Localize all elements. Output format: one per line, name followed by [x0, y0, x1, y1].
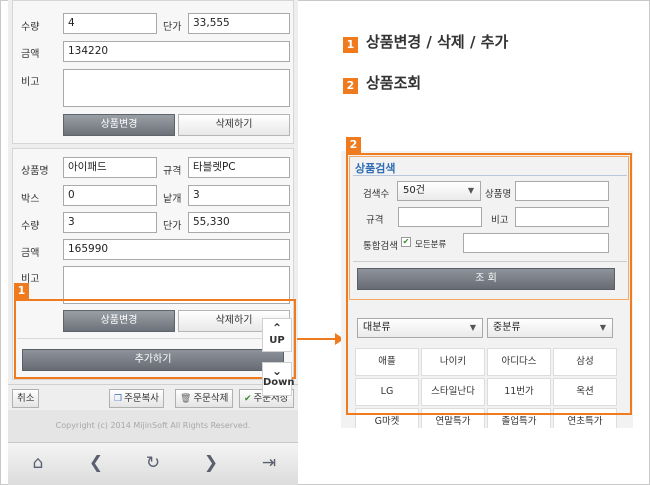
price-input[interactable]: 55,330 [188, 212, 290, 233]
down-label: Down [263, 377, 295, 388]
amount-label: 금액 [21, 49, 40, 60]
order-action-bar: 취소 ❐ 주문복사 🗑 주문삭제 ✔ 주문저장 [8, 384, 298, 410]
order-item-card: 수량 4 단가 33,555 금액 134220 비고 상품변경 삭제하기 [12, 0, 294, 144]
amount-label: 금액 [21, 248, 40, 259]
box-input[interactable]: 0 [63, 185, 157, 206]
price-input[interactable]: 33,555 [188, 13, 290, 34]
qty-label: 수량 [21, 22, 40, 33]
mobile-order-screen: 수량 4 단가 33,555 금액 134220 비고 상품변경 삭제하기 상품… [8, 0, 298, 485]
delete-order-label: 주문삭제 [193, 393, 229, 404]
legend-marker-1: 1 [343, 37, 358, 53]
amount-input[interactable]: 134220 [63, 41, 290, 62]
spec-label: 규격 [163, 166, 182, 177]
marker-2: 2 [346, 137, 361, 153]
product-name-input[interactable]: 아이패드 [63, 157, 157, 178]
exit-icon[interactable]: ⇥ [257, 453, 281, 473]
back-icon[interactable]: ❮ [84, 453, 108, 473]
copyright-text: Copyright (c) 2014 MijinSoft All Rights … [8, 410, 298, 442]
refresh-icon[interactable]: ↻ [141, 453, 165, 473]
qty-input[interactable]: 3 [63, 212, 157, 233]
legend-text-2: 상품조회 [366, 74, 422, 92]
note-label: 비고 [21, 77, 40, 88]
unit-input[interactable]: 3 [188, 185, 290, 206]
scroll-down-button[interactable]: ⌄ Down [262, 362, 295, 396]
highlight-box-1 [14, 299, 296, 379]
chevron-up-icon: ⌃ [271, 321, 283, 335]
scroll-up-button[interactable]: ⌃ UP [262, 318, 292, 352]
up-label: UP [269, 335, 285, 346]
copy-order-label: 주문복사 [124, 393, 160, 404]
box-label: 박스 [21, 194, 40, 205]
qty-input[interactable]: 4 [63, 13, 157, 34]
copy-icon: ❐ [114, 394, 123, 404]
product-name-label: 상품명 [21, 166, 49, 177]
legend-marker-2: 2 [343, 78, 358, 94]
amount-input[interactable]: 165990 [63, 239, 290, 260]
legend-item-1: 1 상품변경 / 삭제 / 추가 [343, 31, 509, 53]
check-icon: ✔ [244, 394, 252, 404]
marker-1: 1 [14, 283, 29, 299]
copy-order-button[interactable]: ❐ 주문복사 [109, 389, 165, 408]
trash-icon: 🗑 [180, 394, 192, 404]
delete-product-button[interactable]: 삭제하기 [178, 114, 290, 136]
bottom-navigation: ⌂ ❮ ↻ ❯ ⇥ [8, 442, 298, 485]
highlight-box-2 [346, 153, 632, 415]
price-label: 단가 [163, 22, 182, 33]
cancel-button[interactable]: 취소 [12, 389, 40, 408]
legend-item-2: 2 상품조회 [343, 72, 422, 94]
delete-order-button[interactable]: 🗑 주문삭제 [175, 389, 234, 408]
unit-label: 낱개 [163, 194, 182, 205]
forward-icon[interactable]: ❯ [199, 453, 223, 473]
legend-text-1: 상품변경 / 삭제 / 추가 [366, 33, 509, 51]
chevron-down-icon: ⌄ [271, 364, 283, 378]
qty-label: 수량 [21, 221, 40, 232]
spec-input[interactable]: 타블렛PC [188, 157, 290, 178]
price-label: 단가 [163, 221, 182, 232]
note-textarea[interactable] [63, 69, 290, 107]
change-product-button[interactable]: 상품변경 [63, 114, 175, 136]
arrow-line [297, 338, 337, 340]
home-icon[interactable]: ⌂ [26, 453, 50, 473]
